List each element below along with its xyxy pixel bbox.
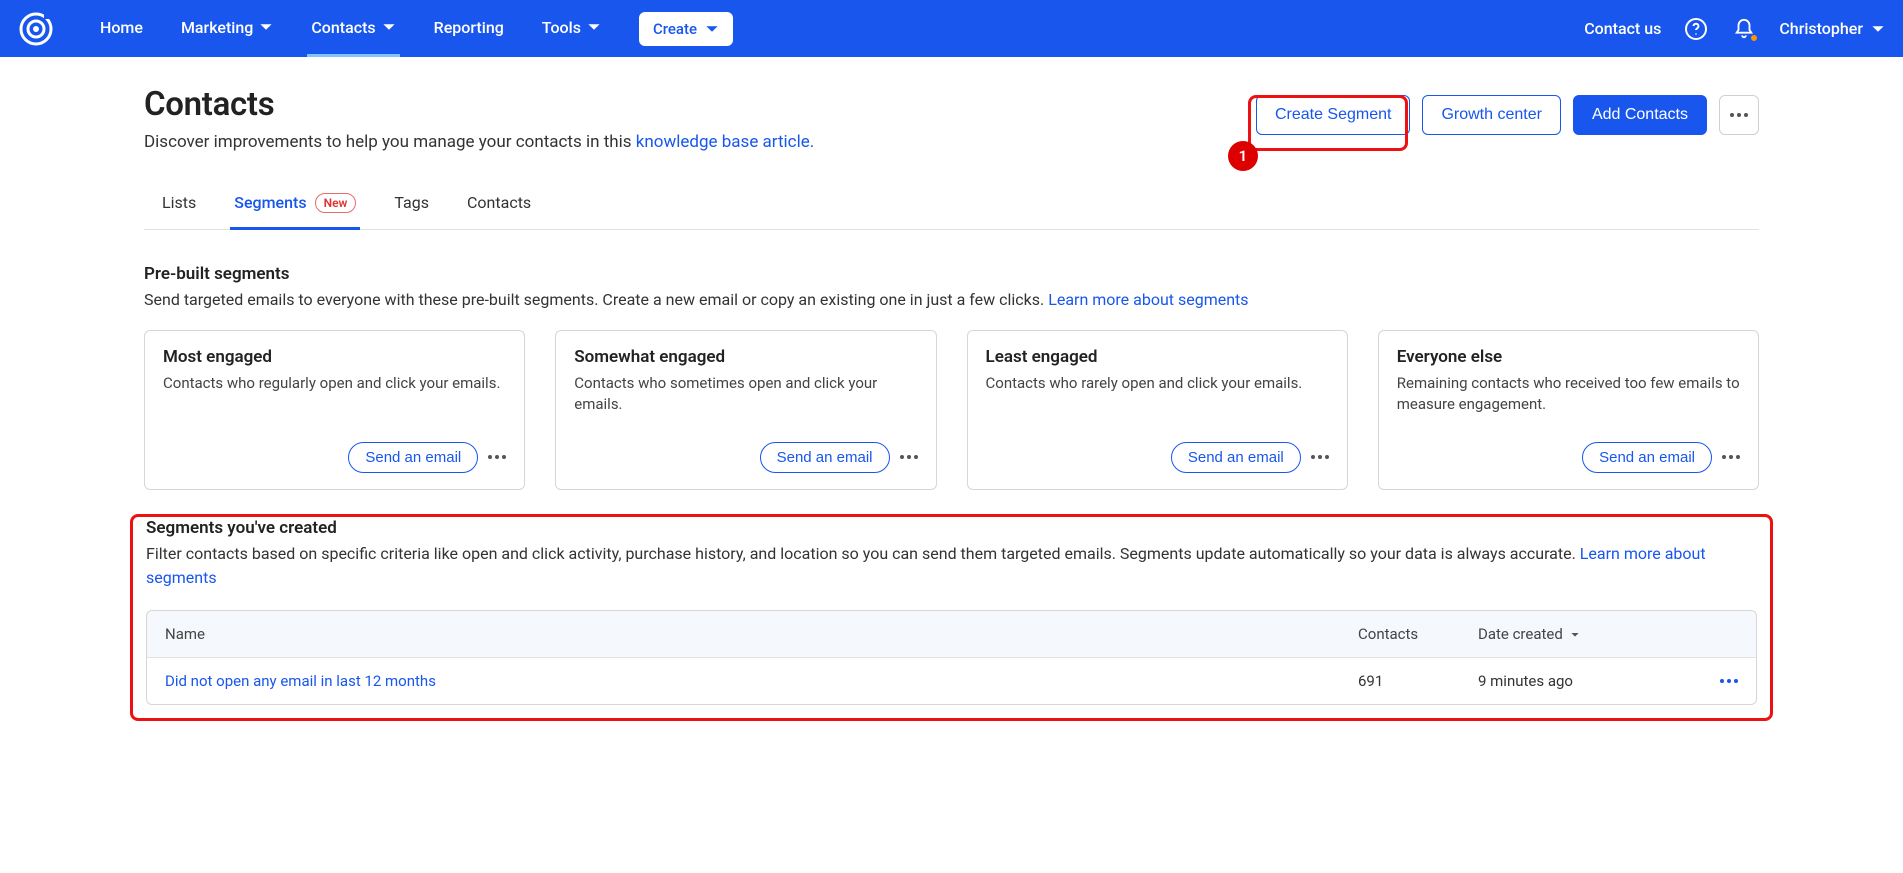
add-contacts-button[interactable]: Add Contacts [1573, 95, 1707, 135]
chevron-down-icon [259, 20, 273, 34]
segment-date: 9 minutes ago [1478, 672, 1678, 690]
page-subtitle: Discover improvements to help you manage… [144, 130, 1236, 155]
page-header: Contacts Discover improvements to help y… [144, 85, 1759, 155]
send-email-button[interactable]: Send an email [1582, 442, 1712, 473]
segment-contacts: 691 [1358, 672, 1478, 690]
nav-reporting[interactable]: Reporting [430, 0, 508, 57]
header-actions: Create Segment 1 Growth center Add Conta… [1256, 85, 1759, 135]
prebuilt-desc: Send targeted emails to everyone with th… [144, 288, 1759, 312]
send-email-button[interactable]: Send an email [760, 442, 890, 473]
chevron-down-icon [705, 22, 719, 36]
row-more-icon[interactable] [1720, 679, 1738, 683]
help-icon[interactable] [1683, 16, 1709, 42]
user-menu[interactable]: Christopher [1779, 19, 1885, 38]
segment-name-link[interactable]: Did not open any email in last 12 months [165, 672, 1358, 690]
learn-segments-link[interactable]: Learn more about segments [1048, 290, 1248, 309]
tabs: Lists SegmentsNew Tags Contacts [144, 183, 1759, 230]
card-title: Everyone else [1397, 347, 1740, 367]
chevron-down-icon [1871, 22, 1885, 36]
bell-icon[interactable] [1731, 16, 1757, 42]
created-title: Segments you've created [146, 518, 1757, 538]
nav-items: Home Marketing Contacts Reporting Tools … [96, 0, 733, 57]
create-segment-button[interactable]: Create Segment [1256, 95, 1411, 135]
page: Contacts Discover improvements to help y… [0, 57, 1903, 719]
tab-contacts[interactable]: Contacts [463, 183, 535, 230]
create-button[interactable]: Create [639, 12, 733, 46]
prebuilt-cards: Most engaged Contacts who regularly open… [144, 330, 1759, 490]
card-everyone-else: Everyone else Remaining contacts who rec… [1378, 330, 1759, 490]
created-desc: Filter contacts based on specific criter… [146, 542, 1757, 590]
card-more-icon[interactable] [1311, 455, 1329, 459]
card-more-icon[interactable] [1722, 455, 1740, 459]
card-desc: Contacts who regularly open and click yo… [163, 373, 506, 394]
send-email-button[interactable]: Send an email [348, 442, 478, 473]
segments-table: Name Contacts Date created Did not open … [146, 610, 1757, 705]
nav-right: Contact us Christopher [1584, 16, 1885, 42]
card-desc: Contacts who sometimes open and click yo… [574, 373, 917, 415]
notification-dot-icon [1750, 34, 1758, 42]
nav-marketing[interactable]: Marketing [177, 0, 277, 57]
page-title: Contacts [144, 85, 1236, 124]
nav-contacts[interactable]: Contacts [307, 0, 399, 57]
tab-segments[interactable]: SegmentsNew [230, 183, 360, 230]
card-somewhat-engaged: Somewhat engaged Contacts who sometimes … [555, 330, 936, 490]
card-more-icon[interactable] [900, 455, 918, 459]
nav-tools[interactable]: Tools [538, 0, 605, 57]
tab-tags[interactable]: Tags [390, 183, 433, 230]
prebuilt-title: Pre-built segments [144, 264, 1759, 284]
tab-lists[interactable]: Lists [158, 183, 200, 230]
kb-article-link[interactable]: knowledge base article. [636, 132, 814, 152]
new-badge: New [315, 193, 357, 213]
growth-center-button[interactable]: Growth center [1422, 95, 1560, 135]
chevron-down-icon [382, 20, 396, 34]
nav-home[interactable]: Home [96, 0, 147, 57]
top-nav: Home Marketing Contacts Reporting Tools … [0, 0, 1903, 57]
contact-us-link[interactable]: Contact us [1584, 19, 1661, 38]
chevron-down-icon [587, 20, 601, 34]
table-row: Did not open any email in last 12 months… [147, 658, 1756, 704]
col-contacts[interactable]: Contacts [1358, 625, 1478, 643]
card-desc: Contacts who rarely open and click your … [986, 373, 1329, 394]
card-title: Least engaged [986, 347, 1329, 367]
created-segments-section: Segments you've created Filter contacts … [144, 518, 1759, 719]
card-least-engaged: Least engaged Contacts who rarely open a… [967, 330, 1348, 490]
send-email-button[interactable]: Send an email [1171, 442, 1301, 473]
card-more-icon[interactable] [488, 455, 506, 459]
card-desc: Remaining contacts who received too few … [1397, 373, 1740, 415]
sort-down-icon [1569, 625, 1581, 643]
table-header: Name Contacts Date created [147, 611, 1756, 658]
card-most-engaged: Most engaged Contacts who regularly open… [144, 330, 525, 490]
app-logo-icon[interactable] [18, 11, 54, 47]
card-title: Somewhat engaged [574, 347, 917, 367]
card-title: Most engaged [163, 347, 506, 367]
more-actions-button[interactable] [1719, 95, 1759, 135]
col-date[interactable]: Date created [1478, 625, 1678, 643]
col-name[interactable]: Name [165, 625, 1358, 643]
